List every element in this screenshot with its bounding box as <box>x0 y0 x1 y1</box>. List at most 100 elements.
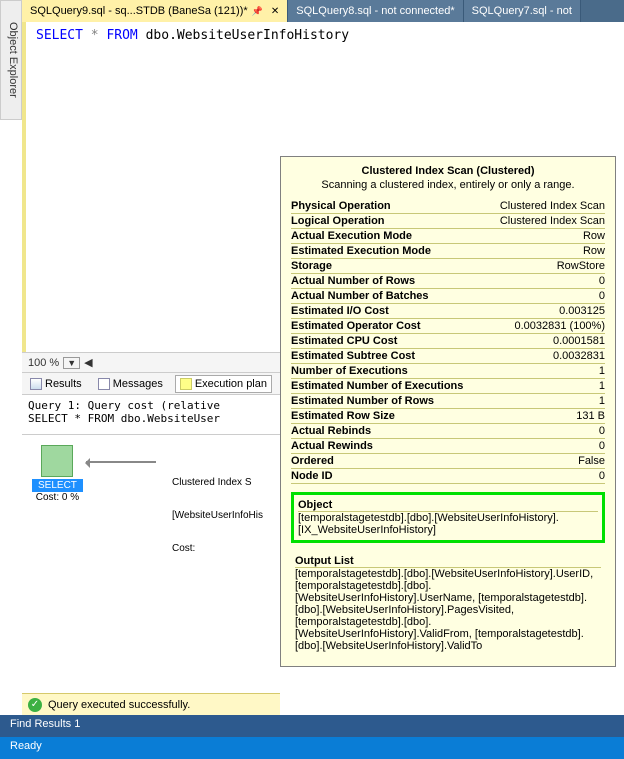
property-value: 0.0032831 (100%) <box>486 319 605 334</box>
property-value: Clustered Index Scan <box>486 199 605 214</box>
tooltip-row: Actual Rebinds0 <box>291 424 605 439</box>
plan-node-scan-label: Clustered Index S [WebsiteUserInfoHis Co… <box>172 455 263 576</box>
tooltip-row: Logical OperationClustered Index Scan <box>291 214 605 229</box>
tooltip-row: Number of Executions1 <box>291 364 605 379</box>
sql-keyword: SELECT <box>36 28 83 43</box>
property-value: 0 <box>486 289 605 304</box>
tooltip-row: StorageRowStore <box>291 259 605 274</box>
tab-label: SQLQuery8.sql - not connected* <box>296 5 454 17</box>
property-key: Actual Number of Rows <box>291 274 486 289</box>
query-header-text: Query 1: Query cost (relative SELECT * F… <box>22 394 280 434</box>
tooltip-row: Actual Rewinds0 <box>291 439 605 454</box>
tab-execution-plan[interactable]: Execution plan <box>175 375 272 393</box>
status-bar: Ready <box>0 737 624 759</box>
tooltip-row: Estimated Row Size131 B <box>291 409 605 424</box>
property-key: Storage <box>291 259 486 274</box>
property-key: Estimated CPU Cost <box>291 334 486 349</box>
section-title: Output List <box>295 555 601 568</box>
plan-node-tooltip: Clustered Index Scan (Clustered) Scannin… <box>280 156 616 667</box>
close-icon[interactable]: ✕ <box>271 6 279 17</box>
query-status-bar: ✓ Query executed successfully. <box>22 693 280 715</box>
execution-plan-canvas[interactable]: SELECT Cost: 0 % Clustered Index S [Webs… <box>22 434 280 664</box>
plan-node-select[interactable]: SELECT Cost: 0 % <box>32 445 83 503</box>
property-value: Row <box>486 229 605 244</box>
property-key: Estimated Number of Rows <box>291 394 486 409</box>
results-tab-bar: Results Messages Execution plan <box>22 372 280 394</box>
tooltip-row: Estimated Number of Executions1 <box>291 379 605 394</box>
check-icon: ✓ <box>28 698 42 712</box>
tab-label: Results <box>45 378 82 390</box>
select-label: SELECT <box>32 479 83 492</box>
property-value: False <box>486 454 605 469</box>
property-key: Number of Executions <box>291 364 486 379</box>
zoom-bar: 100 % ▼ ◀ <box>22 352 280 372</box>
tab-sqlquery8[interactable]: SQLQuery8.sql - not connected* <box>288 0 463 22</box>
tab-sqlquery9[interactable]: SQLQuery9.sql - sq...STDB (BaneSa (121))… <box>22 0 288 22</box>
sql-star: * <box>91 28 99 43</box>
property-key: Node ID <box>291 469 486 484</box>
plan-arrow <box>86 461 156 463</box>
property-value: 1 <box>486 364 605 379</box>
pin-icon[interactable]: 📌 <box>252 6 263 17</box>
tab-label: Messages <box>113 378 163 390</box>
sql-keyword: FROM <box>106 28 137 43</box>
property-key: Estimated Row Size <box>291 409 486 424</box>
message-icon <box>98 378 110 390</box>
tab-label: SQLQuery9.sql - sq...STDB (BaneSa (121))… <box>30 5 248 17</box>
tab-label: SQLQuery7.sql - not <box>472 5 572 17</box>
grid-icon <box>30 378 42 390</box>
property-key: Logical Operation <box>291 214 486 229</box>
section-body: [temporalstagetestdb].[dbo].[WebsiteUser… <box>298 512 598 536</box>
tooltip-row: Estimated Operator Cost0.0032831 (100%) <box>291 319 605 334</box>
tooltip-output-section: Output List [temporalstagetestdb].[dbo].… <box>291 551 605 656</box>
section-body: [temporalstagetestdb].[dbo].[WebsiteUser… <box>295 568 601 652</box>
tooltip-row: Estimated I/O Cost0.003125 <box>291 304 605 319</box>
tooltip-row: Physical OperationClustered Index Scan <box>291 199 605 214</box>
tooltip-row: Node ID0 <box>291 469 605 484</box>
property-value: 0.0001581 <box>486 334 605 349</box>
tab-messages[interactable]: Messages <box>94 376 167 392</box>
tooltip-properties-table: Physical OperationClustered Index ScanLo… <box>291 199 605 484</box>
tooltip-row: Actual Number of Rows0 <box>291 274 605 289</box>
property-value: 1 <box>486 394 605 409</box>
tooltip-row: Actual Execution ModeRow <box>291 229 605 244</box>
select-node-icon <box>41 445 73 477</box>
property-value: 0 <box>486 439 605 454</box>
property-key: Actual Execution Mode <box>291 229 486 244</box>
property-value: 0.0032831 <box>486 349 605 364</box>
tooltip-row: Estimated Subtree Cost0.0032831 <box>291 349 605 364</box>
zoom-value[interactable]: 100 % <box>28 357 59 369</box>
property-value: Clustered Index Scan <box>486 214 605 229</box>
property-value: Row <box>486 244 605 259</box>
tab-results[interactable]: Results <box>26 376 86 392</box>
scroll-left-icon[interactable]: ◀ <box>84 356 92 369</box>
property-value: 131 B <box>486 409 605 424</box>
property-value: RowStore <box>486 259 605 274</box>
property-value: 0.003125 <box>486 304 605 319</box>
property-value: 0 <box>486 424 605 439</box>
tooltip-subtitle: Scanning a clustered index, entirely or … <box>291 179 605 191</box>
property-key: Estimated Subtree Cost <box>291 349 486 364</box>
tooltip-row: OrderedFalse <box>291 454 605 469</box>
document-tab-bar: SQLQuery9.sql - sq...STDB (BaneSa (121))… <box>22 0 624 22</box>
property-key: Physical Operation <box>291 199 486 214</box>
tab-label: Execution plan <box>195 378 267 390</box>
sql-object: dbo.WebsiteUserInfoHistory <box>146 28 350 43</box>
tooltip-object-section: Object [temporalstagetestdb].[dbo].[Webs… <box>291 492 605 543</box>
tab-sqlquery7[interactable]: SQLQuery7.sql - not <box>464 0 581 22</box>
zoom-dropdown-icon[interactable]: ▼ <box>63 357 80 369</box>
property-value: 1 <box>486 379 605 394</box>
find-results-panel[interactable]: Find Results 1 <box>0 715 624 737</box>
property-key: Actual Rewinds <box>291 439 486 454</box>
tooltip-title: Clustered Index Scan (Clustered) <box>291 165 605 177</box>
tooltip-row: Estimated CPU Cost0.0001581 <box>291 334 605 349</box>
plan-icon <box>180 378 192 390</box>
object-explorer-tab[interactable]: Object Explorer <box>0 0 22 120</box>
property-key: Estimated I/O Cost <box>291 304 486 319</box>
property-key: Estimated Execution Mode <box>291 244 486 259</box>
tooltip-row: Estimated Execution ModeRow <box>291 244 605 259</box>
property-key: Actual Rebinds <box>291 424 486 439</box>
property-key: Estimated Operator Cost <box>291 319 486 334</box>
property-value: 0 <box>486 274 605 289</box>
property-key: Ordered <box>291 454 486 469</box>
